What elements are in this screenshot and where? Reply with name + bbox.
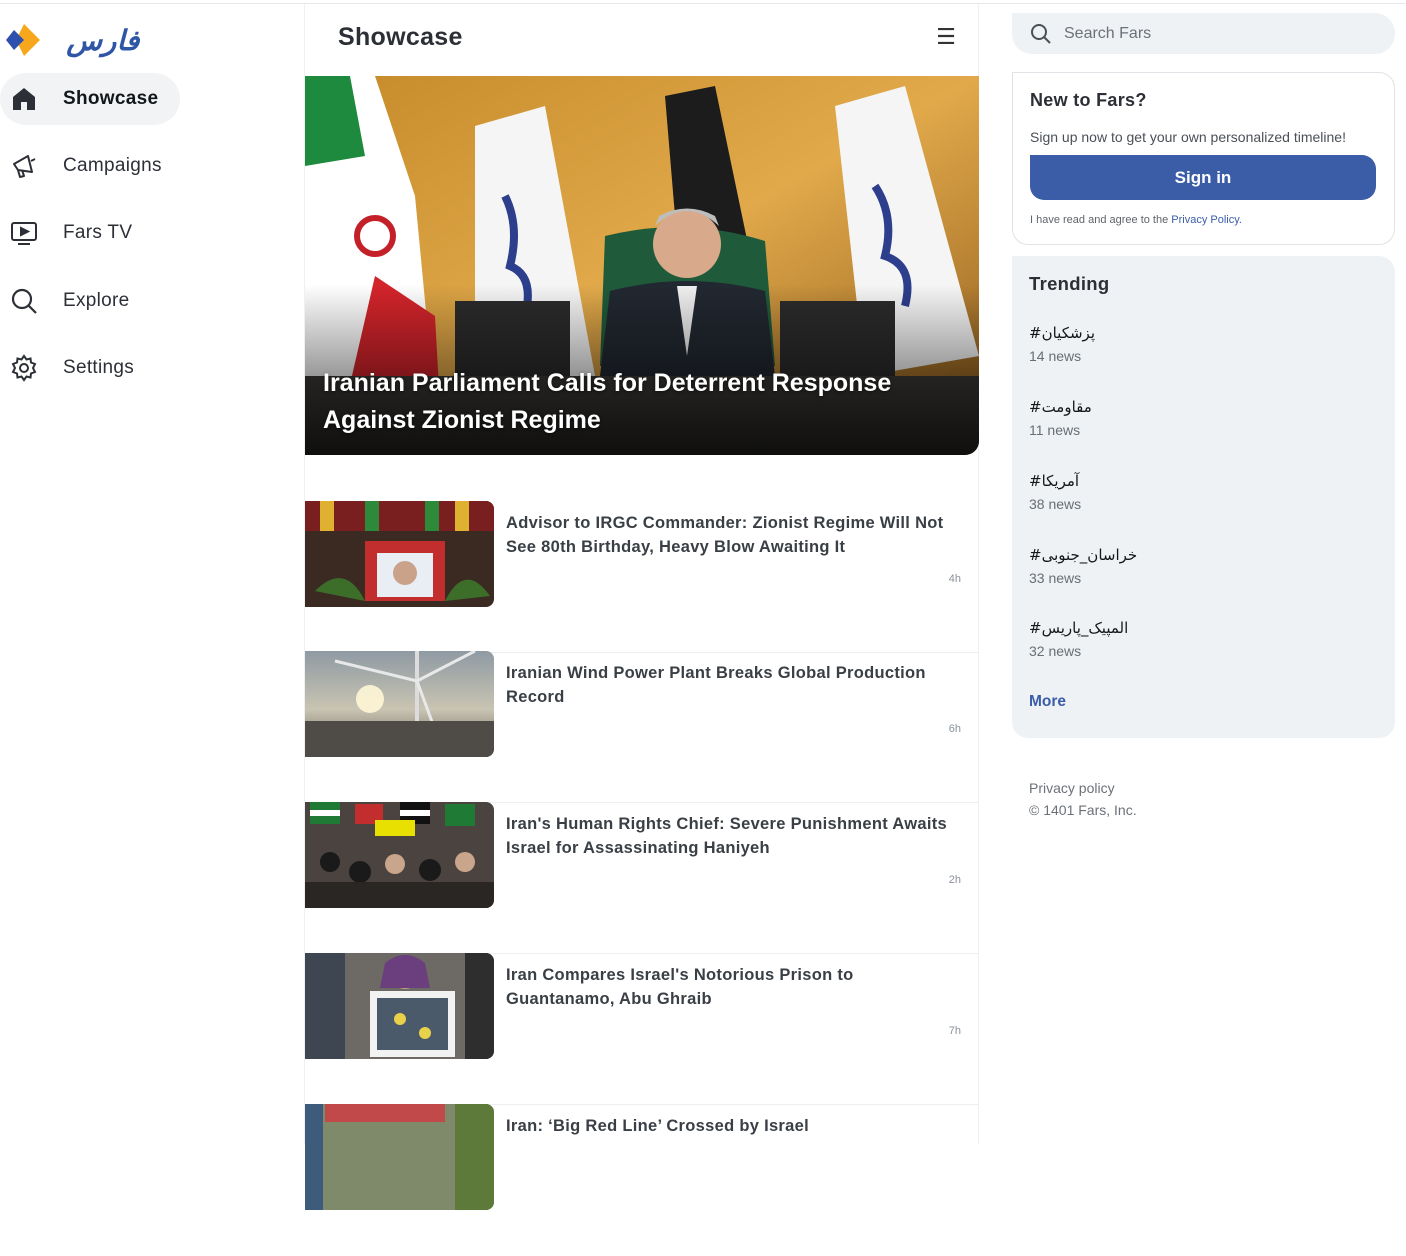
trend-count: 11 news xyxy=(1029,422,1081,438)
story-thumbnail xyxy=(305,953,494,1059)
trend-hashtag: #خراسان_جنوبی xyxy=(1029,546,1138,564)
sidebar-item-label: Campaigns xyxy=(63,155,162,176)
sidebar-item-label: Settings xyxy=(63,357,135,378)
search-icon xyxy=(10,287,38,315)
privacy-policy-link[interactable]: Privacy Policy. xyxy=(1171,214,1242,226)
trending-panel: Trending #پزشکیان 14 news #مقاومت 11 new… xyxy=(1012,256,1395,738)
trending-item[interactable]: #خراسان_جنوبی 33 news xyxy=(1029,546,1137,586)
sidebar-item-label: Fars TV xyxy=(63,222,133,243)
story-item[interactable]: Iran: ‘Big Red Line’ Crossed by Israel xyxy=(305,1104,979,1256)
sidebar-item-label: Explore xyxy=(63,290,130,311)
privacy-policy-footer-link[interactable]: Privacy policy xyxy=(1029,780,1115,796)
trend-count: 38 news xyxy=(1029,496,1082,512)
trend-hashtag: #المپیک_پاریس xyxy=(1029,619,1129,637)
page-title: Showcase xyxy=(338,22,463,51)
trend-hashtag: #مقاومت xyxy=(1029,398,1092,416)
trending-item[interactable]: #المپیک_پاریس 32 news xyxy=(1029,619,1128,659)
search-bar[interactable] xyxy=(1012,13,1395,54)
logo-wordmark: فارس xyxy=(66,23,140,57)
megaphone-icon xyxy=(10,152,38,180)
story-title: Iran: ‘Big Red Line’ Crossed by Israel xyxy=(506,1117,809,1135)
story-timestamp: 6h xyxy=(948,723,961,735)
trending-item[interactable]: #آمریکا 38 news xyxy=(1029,472,1081,512)
story-item[interactable]: Advisor to IRGC Commander: Zionist Regim… xyxy=(305,501,979,653)
tv-icon xyxy=(10,219,38,247)
signup-text: Sign up now to get your own personalized… xyxy=(1030,129,1346,145)
story-timestamp: 4h xyxy=(948,573,961,585)
signup-title: New to Fars? xyxy=(1030,90,1147,110)
story-thumbnail xyxy=(305,501,494,607)
trend-hashtag: #پزشکیان xyxy=(1029,324,1095,342)
trending-item[interactable]: #مقاومت 11 news xyxy=(1029,398,1092,438)
search-input[interactable] xyxy=(1064,24,1364,43)
footer: Privacy policy © 1401 Fars, Inc. xyxy=(1029,777,1137,821)
story-title: Iranian Wind Power Plant Breaks Global P… xyxy=(506,664,926,706)
sidebar-item-settings[interactable]: Settings xyxy=(0,342,156,394)
trending-more-link[interactable]: More xyxy=(1029,693,1066,711)
trend-count: 32 news xyxy=(1029,643,1082,659)
sign-in-button[interactable]: Sign in xyxy=(1030,155,1376,200)
left-sidebar: فارس Showcase Campaigns Fars TV Explore xyxy=(0,0,304,1144)
fars-logo[interactable]: فارس xyxy=(6,20,140,60)
privacy-agreement: I have read and agree to the Privacy Pol… xyxy=(1030,214,1377,226)
story-title: Iran's Human Rights Chief: Severe Punish… xyxy=(506,815,947,857)
feed-header: Showcase ☰ xyxy=(305,4,978,70)
sidebar-item-explore[interactable]: Explore xyxy=(0,275,152,327)
trend-count: 14 news xyxy=(1029,348,1082,364)
trend-hashtag: #آمریکا xyxy=(1029,472,1080,490)
search-icon xyxy=(1031,23,1051,44)
home-icon xyxy=(10,85,38,113)
fars-logo-icon xyxy=(6,24,40,56)
copyright: © 1401 Fars, Inc. xyxy=(1029,802,1137,818)
hero-title: Iranian Parliament Calls for Deterrent R… xyxy=(323,369,892,434)
story-title: Iran Compares Israel's Notorious Prison … xyxy=(506,966,854,1008)
story-thumbnail xyxy=(305,651,494,757)
agree-text: I have read and agree to the xyxy=(1030,214,1172,226)
hero-story[interactable]: Iranian Parliament Calls for Deterrent R… xyxy=(305,76,979,455)
signup-card: New to Fars? Sign up now to get your own… xyxy=(1012,72,1395,245)
story-timestamp: 2h xyxy=(948,874,961,886)
sidebar-item-fars-tv[interactable]: Fars TV xyxy=(0,207,154,259)
sidebar-item-campaigns[interactable]: Campaigns xyxy=(0,140,184,192)
story-item[interactable]: Iranian Wind Power Plant Breaks Global P… xyxy=(305,651,979,803)
story-thumbnail xyxy=(305,1104,494,1210)
story-timestamp: 7h xyxy=(948,1025,961,1037)
trending-item[interactable]: #پزشکیان 14 news xyxy=(1029,324,1095,364)
gear-icon xyxy=(10,354,38,382)
main-feed: Showcase ☰ Iranian Parliament Calls for … xyxy=(304,4,979,1210)
trend-count: 33 news xyxy=(1029,570,1082,586)
story-title: Advisor to IRGC Commander: Zionist Regim… xyxy=(506,514,944,556)
trending-title: Trending xyxy=(1029,273,1110,294)
menu-icon[interactable]: ☰ xyxy=(934,24,958,50)
story-item[interactable]: Iran's Human Rights Chief: Severe Punish… xyxy=(305,802,979,954)
story-thumbnail xyxy=(305,802,494,908)
sidebar-item-label: Showcase xyxy=(63,88,159,109)
sidebar-item-showcase[interactable]: Showcase xyxy=(0,73,181,125)
story-item[interactable]: Iran Compares Israel's Notorious Prison … xyxy=(305,953,979,1105)
